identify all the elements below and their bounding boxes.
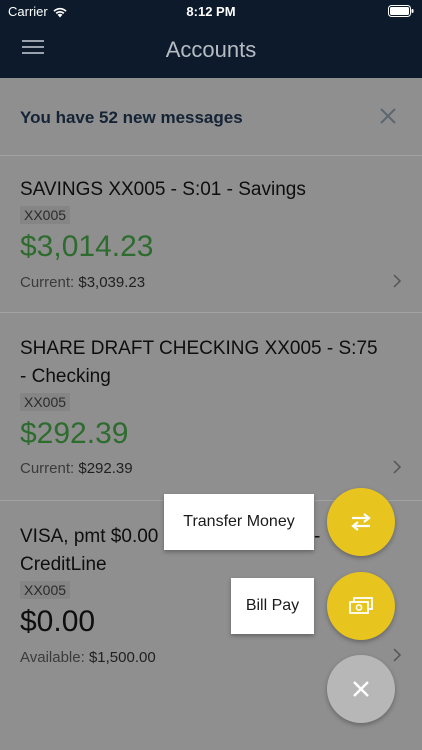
- clock: 8:12 PM: [186, 4, 236, 19]
- bill-pay-button[interactable]: [327, 572, 395, 640]
- current-label: Current:: [20, 460, 75, 477]
- close-fab-menu-button[interactable]: [327, 655, 395, 723]
- account-name-line1-suffix: -: [314, 526, 321, 547]
- account-card[interactable]: SAVINGS XX005 - S:01 - Savings XX005 $3,…: [0, 157, 422, 313]
- close-icon: [353, 681, 369, 697]
- transfer-money-button[interactable]: [327, 488, 395, 556]
- account-name-line2: - Checking: [20, 366, 111, 387]
- chevron-right-icon: [393, 274, 402, 288]
- account-balance: $292.39: [20, 417, 129, 450]
- account-mask-badge: XX005: [20, 581, 71, 599]
- chevron-right-icon: [393, 460, 402, 474]
- account-current-balance: Current: $292.39: [20, 460, 133, 477]
- battery-icon: [388, 5, 414, 17]
- account-name-line2: CreditLine: [20, 554, 107, 575]
- account-balance: $3,014.23: [20, 230, 154, 263]
- available-label: Available:: [20, 649, 85, 666]
- nav-bar: Accounts: [0, 22, 422, 78]
- account-name-line1: SHARE DRAFT CHECKING XX005 - S:75: [20, 338, 378, 359]
- account-mask-badge: XX005: [20, 393, 71, 411]
- account-current-balance: Current: $3,039.23: [20, 274, 145, 291]
- messages-banner[interactable]: You have 52 new messages: [0, 78, 422, 156]
- current-label: Current:: [20, 274, 75, 291]
- current-value: $3,039.23: [78, 274, 146, 291]
- bill-pay-label[interactable]: Bill Pay: [231, 578, 314, 634]
- cash-icon: [349, 597, 373, 614]
- current-value: $292.39: [78, 460, 133, 477]
- account-name: SAVINGS XX005 - S:01 - Savings: [20, 179, 306, 200]
- messages-text: You have 52 new messages: [20, 108, 243, 127]
- transfer-money-label[interactable]: Transfer Money: [164, 494, 314, 550]
- page-title: Accounts: [165, 37, 257, 62]
- swap-arrows-icon: [351, 513, 371, 531]
- available-value: $1,500.00: [88, 649, 156, 666]
- account-mask-badge: XX005: [20, 206, 71, 224]
- account-available-balance: Available: $1,500.00: [20, 649, 156, 666]
- account-card[interactable]: SHARE DRAFT CHECKING XX005 - S:75 - Chec…: [0, 313, 422, 501]
- close-icon[interactable]: [378, 106, 398, 126]
- account-balance: $0.00: [20, 605, 96, 638]
- account-name-line1: VISA, pmt $0.00: [20, 526, 159, 547]
- chevron-right-icon: [393, 648, 402, 662]
- status-bar: Carrier 8:12 PM: [0, 0, 422, 22]
